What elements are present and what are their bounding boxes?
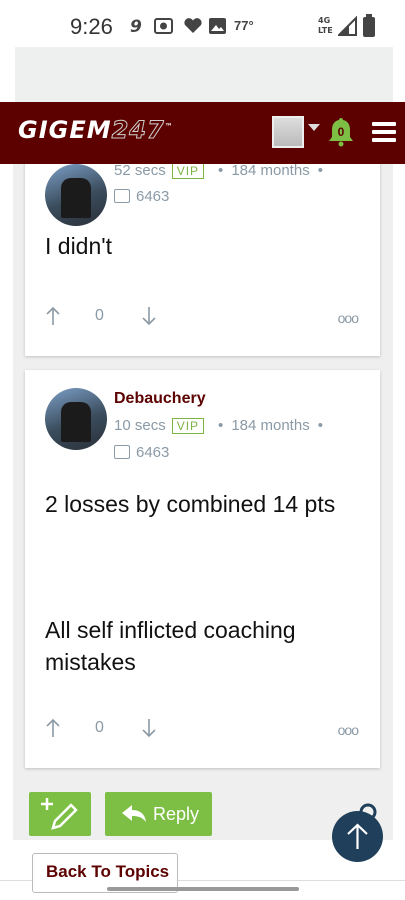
time-ago: 10 secs: [114, 417, 166, 434]
compose-icon: [41, 798, 78, 830]
network-icon: 4GLTE: [318, 16, 333, 35]
comment-meta: 52 secs VIP • 184 months •: [114, 164, 331, 179]
comment-body: I didn't: [45, 233, 113, 259]
site-logo[interactable]: GIGEM247™: [18, 116, 174, 145]
status-bar: 9:26 9 77° 4G LTE: [0, 0, 405, 50]
notification-icon: 9: [130, 17, 142, 36]
more-options-icon[interactable]: ooo: [338, 722, 359, 738]
separator-dot: •: [218, 417, 224, 434]
comment-icon: [114, 189, 130, 203]
reply-button[interactable]: Reply: [105, 792, 212, 836]
avatar[interactable]: [45, 388, 107, 450]
bell-notification-icon[interactable]: 0: [328, 117, 354, 147]
comment-card: 52 secs VIP • 184 months • 6463 I didn't 0 o…: [25, 164, 380, 356]
user-avatar-button[interactable]: [272, 116, 304, 148]
separator-dot: •: [218, 164, 224, 179]
comment-count: 6463: [114, 444, 169, 461]
separator-dot: •: [317, 164, 323, 179]
comment-count: 6463: [114, 188, 169, 205]
comment-feed[interactable]: 52 secs VIP • 184 months • 6463 I didn't 0 o…: [13, 164, 393, 794]
vote-controls: 0: [45, 306, 175, 330]
signal-icon: [338, 16, 357, 36]
comment-card: Debauchery 10 secs VIP • 184 months • 6463 2…: [25, 370, 380, 768]
svg-text:LTE: LTE: [318, 26, 333, 35]
new-topic-button[interactable]: [29, 792, 91, 836]
vote-count: 0: [95, 307, 104, 324]
svg-text:4G: 4G: [318, 16, 330, 25]
hamburger-menu-icon[interactable]: [372, 122, 396, 142]
vote-controls: 0: [45, 718, 175, 742]
notification-count: 0: [338, 125, 345, 139]
reply-arrow-icon: [122, 805, 146, 822]
comment-count-value: 6463: [136, 188, 170, 205]
downvote-icon[interactable]: [141, 718, 157, 738]
scroll-to-top-button[interactable]: [332, 811, 383, 862]
downvote-icon[interactable]: [141, 306, 157, 326]
member-tenure: 184 months: [231, 164, 310, 179]
temperature-text: 77°: [234, 18, 254, 33]
reply-label: Reply: [153, 804, 200, 824]
vip-badge: VIP: [171, 418, 205, 434]
comment-count-value: 6463: [136, 444, 170, 461]
upvote-icon[interactable]: [45, 718, 61, 738]
arrow-up-icon: [347, 823, 368, 849]
comment-body-line: 2 losses by combined 14 pts: [45, 491, 336, 517]
image-icon: [209, 18, 226, 34]
username-link[interactable]: Debauchery: [114, 390, 206, 408]
vip-badge: VIP: [171, 164, 205, 179]
chevron-down-icon[interactable]: [308, 124, 320, 131]
ad-placeholder: [15, 47, 393, 103]
separator-dot: •: [317, 417, 323, 434]
comment-meta: 10 secs VIP • 184 months •: [114, 417, 331, 434]
comment-icon: [114, 445, 130, 459]
upvote-icon[interactable]: [45, 306, 61, 326]
comment-body-line: All self inflicted coaching mistakes: [45, 617, 296, 675]
vote-count: 0: [95, 719, 104, 736]
time-ago: 52 secs: [114, 164, 166, 179]
heart-icon: [184, 18, 202, 33]
svg-text:9: 9: [130, 17, 142, 36]
battery-icon: [363, 14, 375, 37]
gesture-navigation-bar[interactable]: [107, 887, 299, 891]
more-options-icon[interactable]: ooo: [338, 310, 359, 326]
status-time: 9:26: [70, 14, 113, 39]
member-tenure: 184 months: [231, 417, 310, 434]
camera-icon: [154, 18, 173, 34]
avatar[interactable]: [45, 164, 107, 226]
